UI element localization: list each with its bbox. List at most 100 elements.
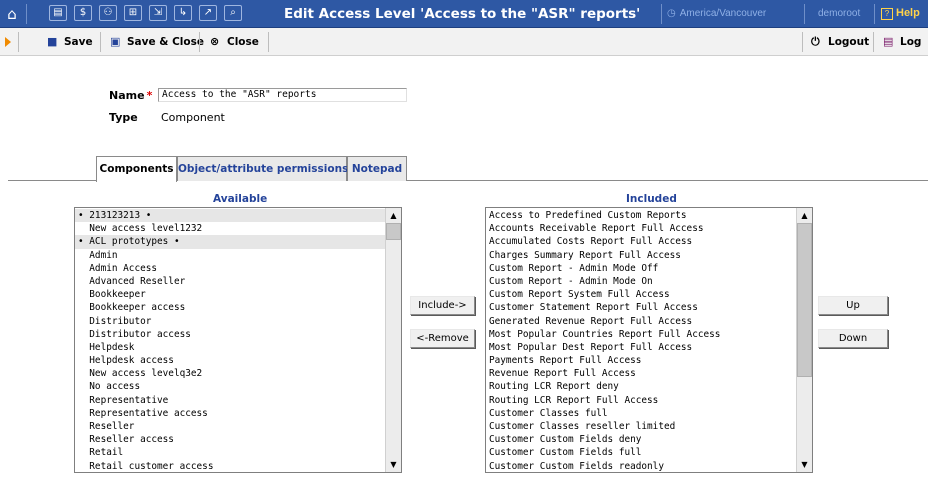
list-item[interactable]: Helpdesk access xyxy=(75,354,385,367)
list-item[interactable]: Accounts Receivable Report Full Access xyxy=(486,222,796,235)
list-item[interactable]: New access levelq3e2 xyxy=(75,367,385,380)
tab-object-attribute-permissions[interactable]: Object/attribute permissions xyxy=(177,156,348,181)
list-item[interactable]: Customer Classes reseller limited xyxy=(486,420,796,433)
scroll-thumb[interactable] xyxy=(386,223,401,240)
up-button[interactable]: Up xyxy=(818,296,888,315)
save-close-button[interactable]: ▣ Save & Close xyxy=(110,35,204,48)
divider xyxy=(268,32,269,52)
scroll-up-icon[interactable]: ▲ xyxy=(797,208,812,223)
list-item[interactable]: • ACL prototypes • xyxy=(75,235,385,249)
available-items: • 213123213 • New access level1232 • ACL … xyxy=(75,209,385,472)
people-icon[interactable]: ⚇ xyxy=(99,5,117,21)
list-item[interactable]: Retail xyxy=(75,446,385,459)
scroll-thumb[interactable] xyxy=(797,223,812,377)
close-button[interactable]: ⊗ Close xyxy=(210,35,259,48)
user-name[interactable]: demoroot xyxy=(818,8,860,19)
list-item[interactable]: Customer Statement Report Full Access xyxy=(486,301,796,314)
list-item[interactable]: Access to Predefined Custom Reports xyxy=(486,209,796,222)
save-button[interactable]: ■ Save xyxy=(47,35,93,48)
list-item[interactable]: Representative xyxy=(75,394,385,407)
top-bar: ⌂ ▤ $ ⚇ ⊞ ⇲ ↳ ↗ ⌕ Edit Access Level 'Acc… xyxy=(0,0,928,28)
list-item[interactable]: Reseller xyxy=(75,420,385,433)
flow-icon[interactable]: ⇲ xyxy=(149,5,167,21)
available-scrollbar[interactable]: ▲ ▼ xyxy=(385,208,401,472)
timezone-link[interactable]: ◷ America/Vancouver xyxy=(667,8,766,19)
available-list[interactable]: • 213123213 • New access level1232 • ACL … xyxy=(74,207,402,473)
list-item[interactable]: Custom Report System Full Access xyxy=(486,288,796,301)
down-button[interactable]: Down xyxy=(818,329,888,348)
type-label: Type xyxy=(109,111,138,124)
log-button[interactable]: ▤ Log xyxy=(883,35,921,48)
name-label: Name * xyxy=(109,89,152,102)
divider xyxy=(874,4,875,24)
list-item[interactable]: No access xyxy=(75,380,385,393)
available-header: Available xyxy=(213,193,268,205)
list-item[interactable]: Bookkeeper xyxy=(75,288,385,301)
scroll-up-icon[interactable]: ▲ xyxy=(386,208,401,223)
list-item[interactable]: Customer Custom Fields readonly xyxy=(486,460,796,472)
list-item[interactable]: Accumulated Costs Report Full Access xyxy=(486,235,796,248)
tab-components[interactable]: Components xyxy=(96,156,177,182)
included-items: Access to Predefined Custom Reports Accou… xyxy=(486,209,796,472)
list-item[interactable]: Helpdesk xyxy=(75,341,385,354)
clock-icon: ◷ xyxy=(667,8,676,19)
toolbar: ■ Save ▣ Save & Close ⊗ Close ⏻ Logout ▤ Log xyxy=(0,28,928,56)
list-item[interactable]: Generated Revenue Report Full Access xyxy=(486,315,796,328)
close-icon: ⊗ xyxy=(210,35,220,48)
grid-icon[interactable]: ▤ xyxy=(49,5,67,21)
include-button[interactable]: Include-> xyxy=(410,296,475,315)
list-item[interactable]: Most Popular Dest Report Full Access xyxy=(486,341,796,354)
divider xyxy=(661,4,662,24)
included-list[interactable]: Access to Predefined Custom Reports Accou… xyxy=(485,207,813,473)
list-item[interactable]: Most Popular Countries Report Full Acces… xyxy=(486,328,796,341)
tree-icon[interactable]: ⊞ xyxy=(124,5,142,21)
help-icon: ? xyxy=(881,8,893,20)
list-item[interactable]: Payments Report Full Access xyxy=(486,354,796,367)
timezone-label: America/Vancouver xyxy=(679,8,767,19)
list-item[interactable]: Distributor access xyxy=(75,328,385,341)
list-item[interactable]: Distributor xyxy=(75,315,385,328)
divider xyxy=(26,4,27,24)
list-item[interactable]: Reseller access xyxy=(75,433,385,446)
logout-label: Logout xyxy=(828,36,870,48)
logout-icon: ⏻ xyxy=(811,35,820,48)
list-item[interactable]: New access level1232 xyxy=(75,222,385,235)
list-item[interactable]: Revenue Report Full Access xyxy=(486,367,796,380)
divider xyxy=(802,32,803,52)
stack-icon[interactable]: ↳ xyxy=(174,5,192,21)
included-scrollbar[interactable]: ▲ ▼ xyxy=(796,208,812,472)
tab-notepad[interactable]: Notepad xyxy=(347,156,407,181)
list-item[interactable]: Admin Access xyxy=(75,262,385,275)
list-item[interactable]: Routing LCR Report Full Access xyxy=(486,394,796,407)
scroll-down-icon[interactable]: ▼ xyxy=(386,457,401,472)
help-label: Help xyxy=(896,7,920,19)
list-item[interactable]: Representative access xyxy=(75,407,385,420)
list-item[interactable]: Charges Summary Report Full Access xyxy=(486,249,796,262)
play-arrow-icon xyxy=(5,37,11,47)
scroll-down-icon[interactable]: ▼ xyxy=(797,457,812,472)
included-header: Included xyxy=(626,193,677,205)
list-item[interactable]: Bookkeeper access xyxy=(75,301,385,314)
dollar-icon[interactable]: $ xyxy=(74,5,92,21)
logout-button[interactable]: ⏻ Logout xyxy=(811,35,869,49)
help-link[interactable]: ? Help xyxy=(881,7,920,20)
list-item[interactable]: Custom Report - Admin Mode On xyxy=(486,275,796,288)
list-item[interactable]: Retail customer access xyxy=(75,460,385,472)
name-input[interactable]: Access to the "ASR" reports xyxy=(158,88,407,102)
required-marker: * xyxy=(146,89,153,102)
remove-button[interactable]: <-Remove xyxy=(410,329,475,348)
list-item[interactable]: Customer Custom Fields deny xyxy=(486,433,796,446)
chart-icon[interactable]: ↗ xyxy=(199,5,217,21)
search-icon[interactable]: ⌕ xyxy=(224,5,242,21)
list-item[interactable]: Admin xyxy=(75,249,385,262)
divider xyxy=(804,4,805,24)
list-item[interactable]: • 213123213 • xyxy=(75,209,385,223)
list-item[interactable]: Customer Custom Fields full xyxy=(486,446,796,459)
list-item[interactable]: Advanced Reseller xyxy=(75,275,385,288)
home-icon[interactable]: ⌂ xyxy=(2,4,22,24)
divider xyxy=(100,32,101,52)
list-item[interactable]: Customer Classes full xyxy=(486,407,796,420)
floppy-icon: ■ xyxy=(47,35,58,48)
list-item[interactable]: Custom Report - Admin Mode Off xyxy=(486,262,796,275)
list-item[interactable]: Routing LCR Report deny xyxy=(486,380,796,393)
